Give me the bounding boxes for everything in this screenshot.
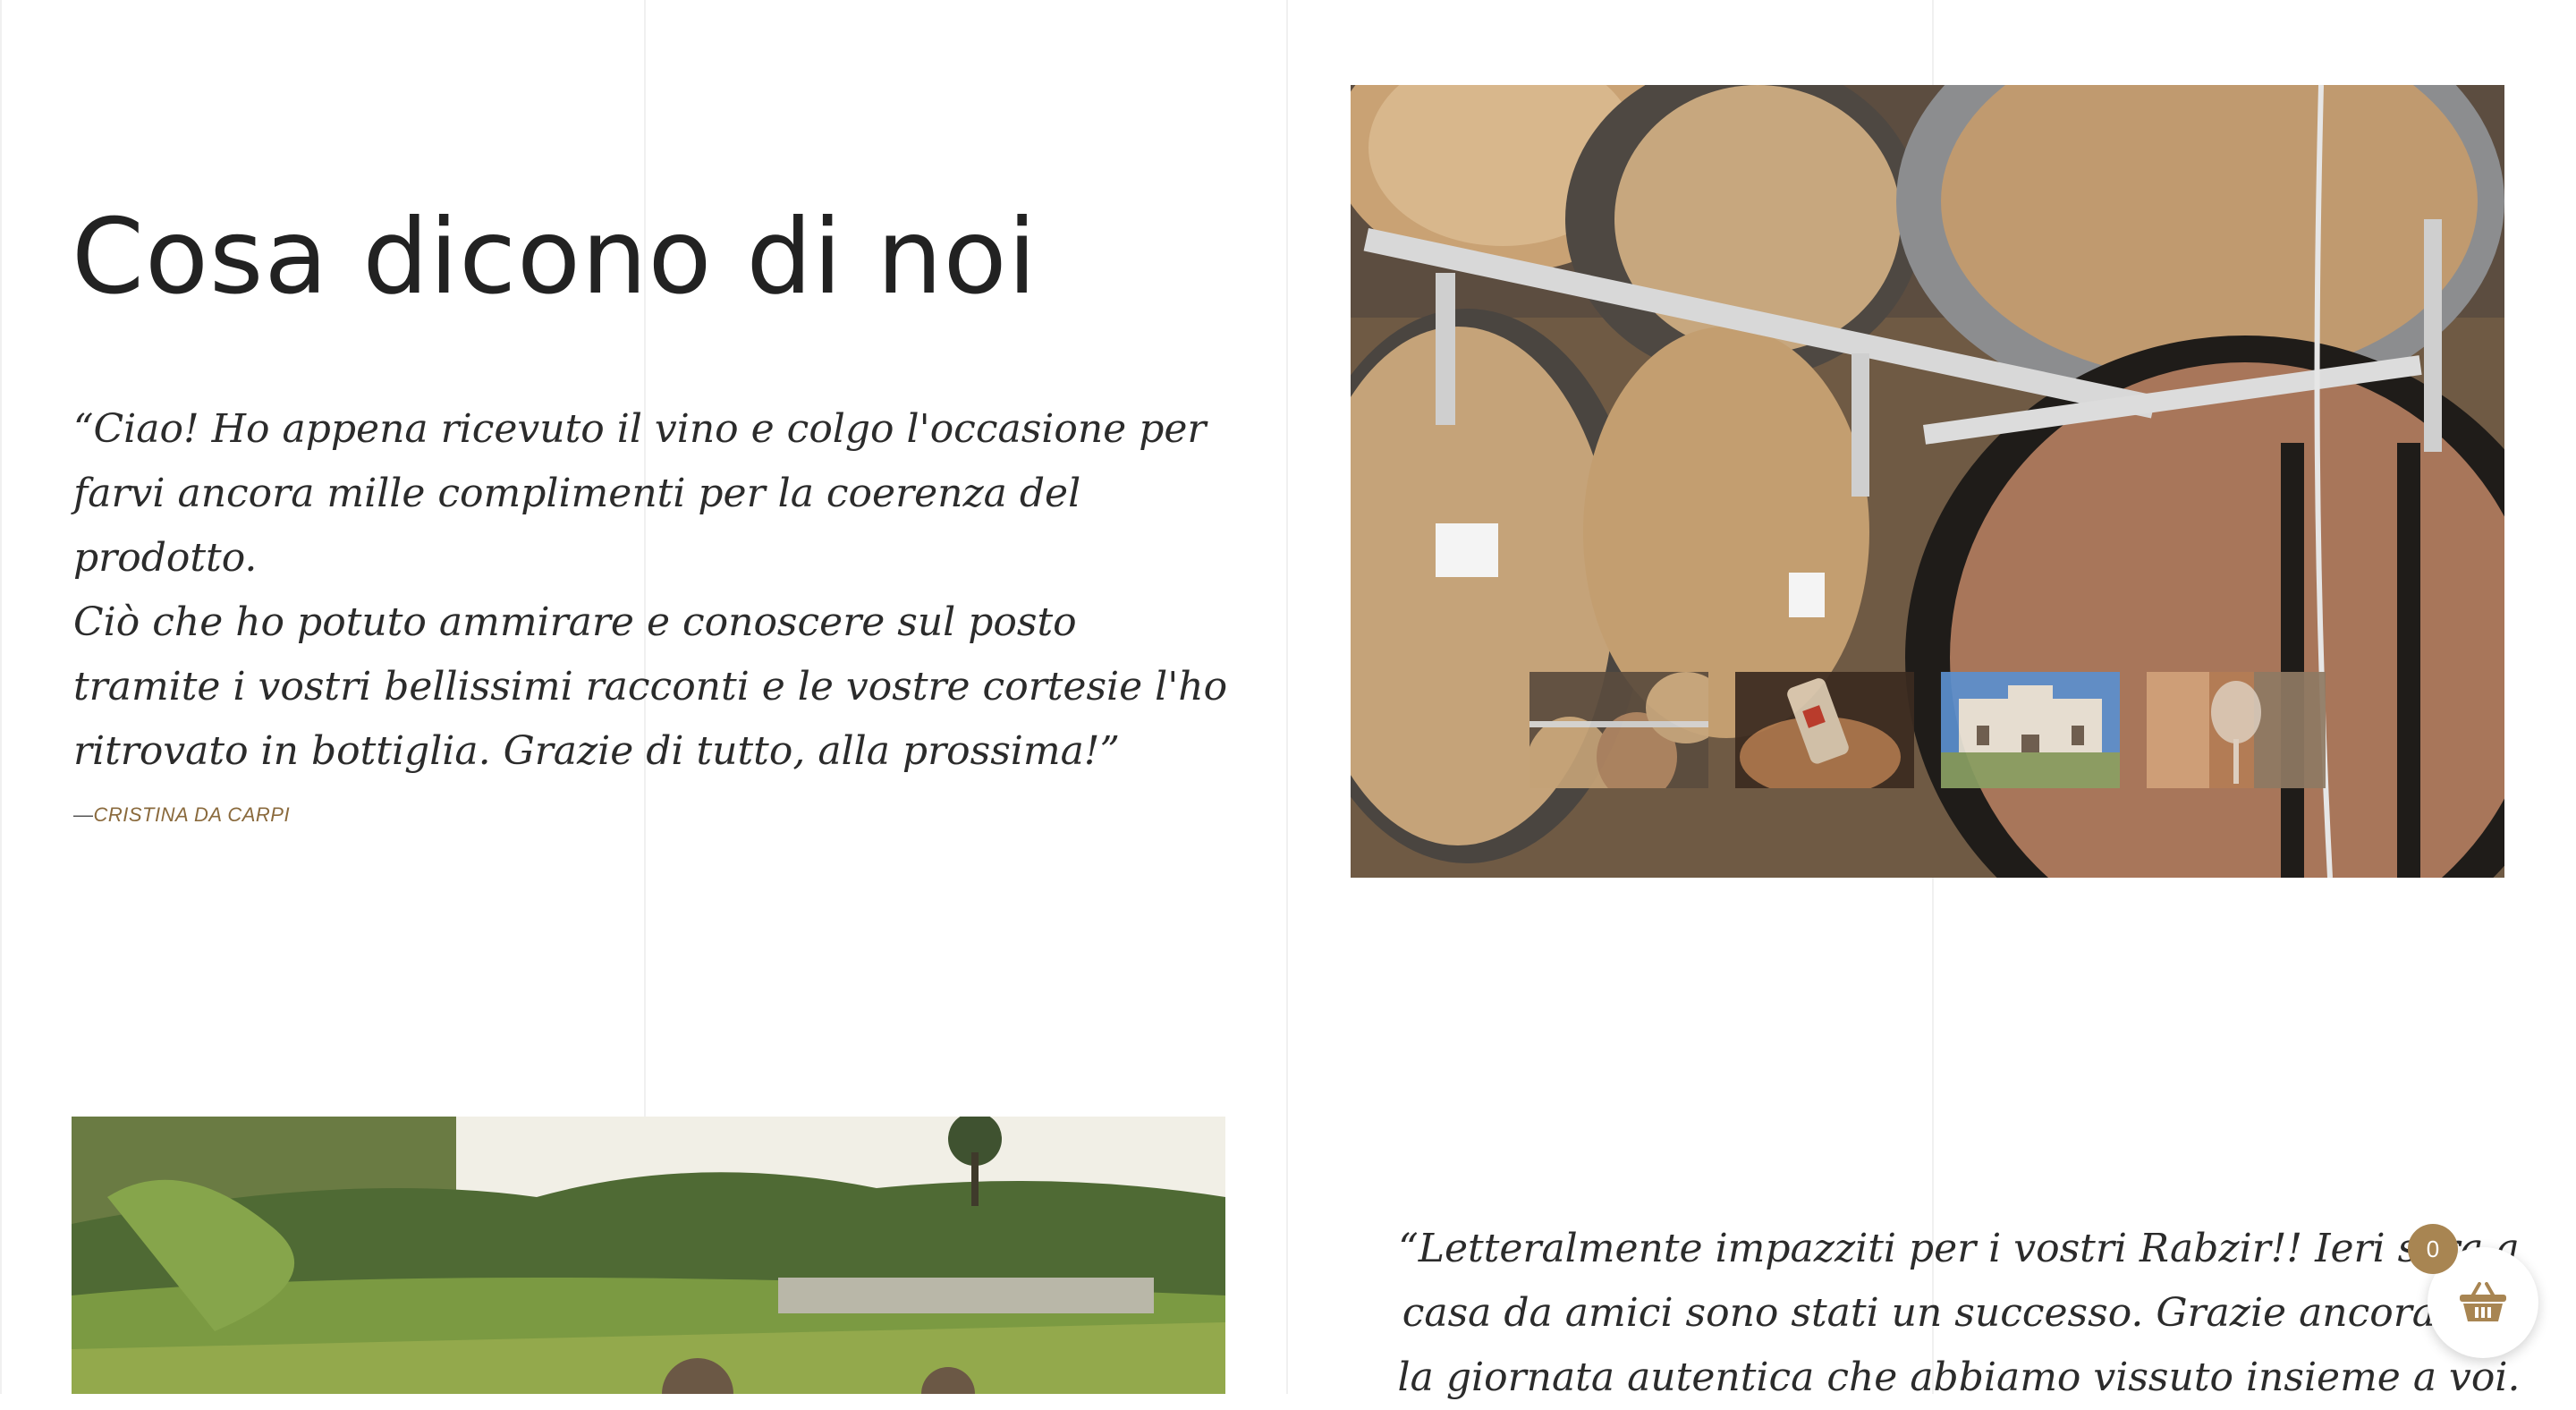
testimonial-quote: “Ciao! Ho appena ricevuto il vino e colg… xyxy=(73,397,1236,784)
barrels-thumb-image xyxy=(1530,672,1708,788)
thumbnail-villa[interactable] xyxy=(1941,672,2120,788)
author-dash: — xyxy=(73,803,94,826)
testimonial-author: —CRISTINA DA CARPI xyxy=(73,803,290,827)
thumbnail-barrels[interactable] xyxy=(1530,672,1708,788)
section-title: Cosa dicono di noi xyxy=(72,197,1038,318)
vineyard-image xyxy=(72,1117,1225,1394)
cart-count-badge: 0 xyxy=(2408,1224,2458,1274)
grid-line xyxy=(1286,0,1288,1394)
gallery-thumbnails xyxy=(1530,672,2326,788)
basket-icon xyxy=(2460,1282,2506,1321)
grid-line xyxy=(0,0,2,1394)
vineyard-photo xyxy=(72,1117,1225,1394)
testimonial-quote-2: “Letteralmente impazziti per i vostri Ra… xyxy=(1397,1226,2521,1400)
villa-thumb-image xyxy=(1941,672,2120,788)
testimonial-paragraph: Ciò che ho potuto ammirare e conoscere s… xyxy=(73,599,1228,774)
thumbnail-bottle-basket[interactable] xyxy=(1735,672,1914,788)
thumbnail-wine-glass[interactable] xyxy=(2147,672,2326,788)
bottle-basket-thumb-image xyxy=(1735,672,1914,788)
wine-glass-thumb-image xyxy=(2147,672,2326,788)
author-name: CRISTINA DA CARPI xyxy=(93,803,291,826)
gallery-slider[interactable] xyxy=(1351,85,2504,878)
testimonial-paragraph: “Ciao! Ho appena ricevuto il vino e colg… xyxy=(73,406,1207,581)
